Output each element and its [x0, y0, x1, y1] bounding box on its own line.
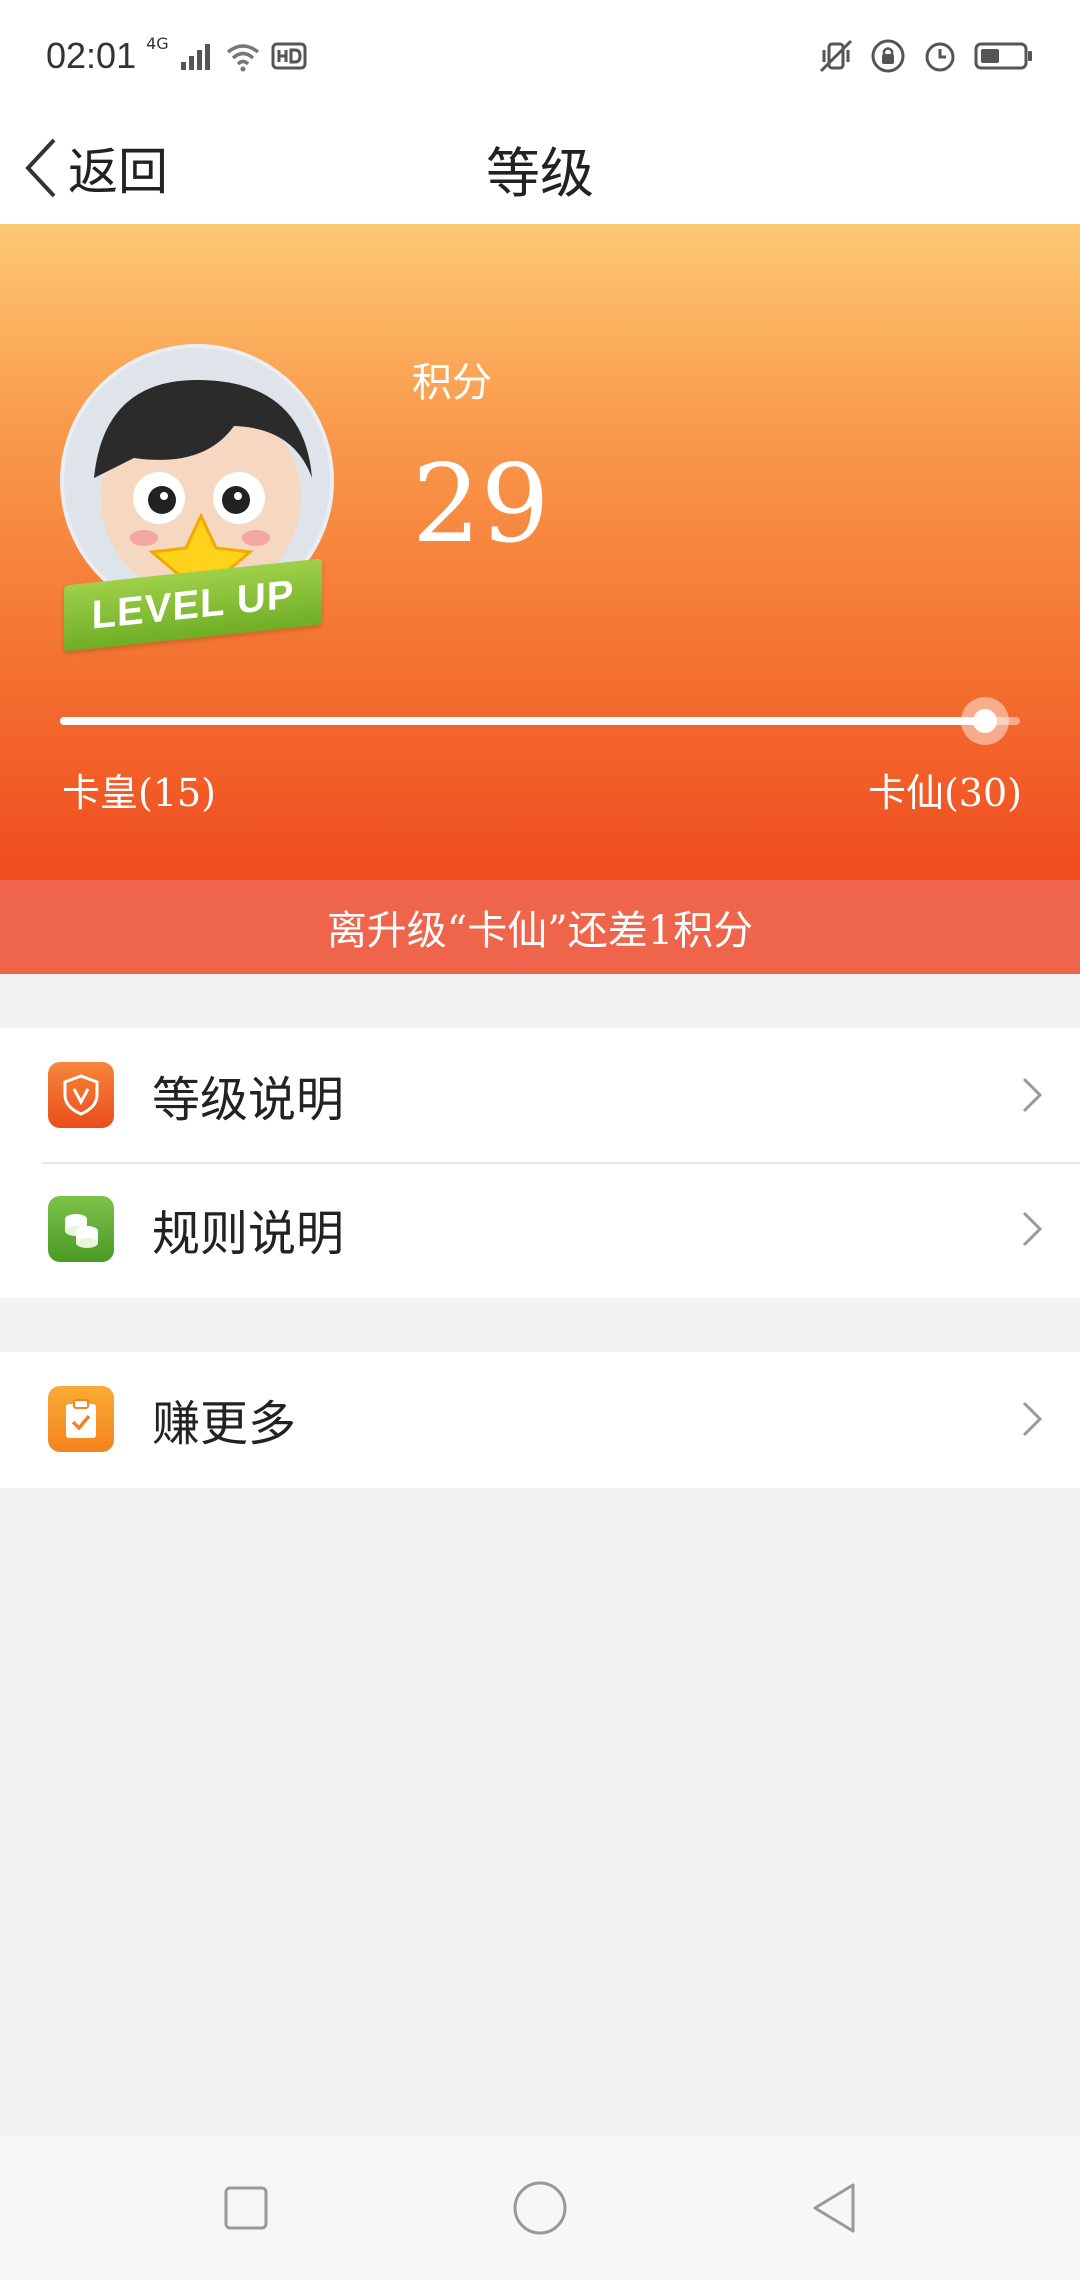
menu-item-level-description[interactable]: 等级说明 [0, 1028, 1080, 1162]
points-value: 29 [412, 442, 550, 567]
points-gap-banner: 离升级“卡仙”还差1积分 [0, 880, 1080, 974]
back-label: 返回 [68, 143, 168, 201]
menu-item-earn-more[interactable]: 赚更多 [0, 1352, 1080, 1486]
avatar-badge: LEVEL UP [58, 344, 334, 674]
chevron-right-icon [1012, 1209, 1052, 1249]
status-left: 02:01 4G [46, 35, 307, 77]
menu-group-info: 等级说明 规则说明 [0, 1028, 1080, 1298]
wifi-icon [226, 44, 259, 72]
rotation-lock-icon [871, 39, 905, 73]
level-progress-thumb [961, 697, 1010, 745]
level-progress-bar [60, 697, 1020, 745]
menu-label: 规则说明 [152, 1206, 345, 1262]
menu-group-earn: 赚更多 [0, 1352, 1080, 1488]
vibrate-icon [819, 39, 853, 73]
nav-bar: 返回 等级 [0, 112, 1080, 224]
chevron-right-icon [1012, 1399, 1052, 1439]
square-icon [224, 2186, 268, 2230]
level-progress-fill [60, 717, 986, 725]
status-bar: 02:01 4G [0, 0, 1080, 112]
coins-icon [48, 1196, 114, 1262]
hd-icon [271, 42, 307, 70]
network-type: 4G [146, 34, 169, 53]
menu-item-rules[interactable]: 规则说明 [0, 1162, 1080, 1296]
back-nav-button[interactable] [804, 2178, 864, 2238]
status-time: 02:01 [46, 35, 137, 76]
current-level-label: 卡皇(15) [62, 771, 217, 815]
status-right [818, 38, 1034, 74]
recents-button[interactable] [216, 2178, 276, 2238]
system-nav-bar [0, 2136, 1080, 2280]
circle-icon [513, 2181, 567, 2235]
alarm-icon [925, 42, 955, 72]
level-up-text: LEVEL UP [91, 571, 295, 638]
signal-icon [180, 44, 210, 70]
menu-label: 等级说明 [152, 1072, 345, 1128]
next-level-label: 卡仙(30) [867, 771, 1022, 815]
points-label: 积分 [412, 360, 492, 406]
clipboard-check-icon [48, 1386, 114, 1452]
chevron-right-icon [1012, 1075, 1052, 1115]
level-hero: LEVEL UP 积分 29 卡皇(15) 卡仙(30) [0, 224, 1080, 880]
battery-icon [974, 42, 1032, 70]
triangle-back-icon [813, 2183, 855, 2233]
menu-label: 赚更多 [152, 1396, 297, 1452]
back-button[interactable]: 返回 [20, 112, 168, 224]
home-button[interactable] [510, 2178, 570, 2238]
shield-v-icon [48, 1062, 114, 1128]
chevron-left-icon [25, 138, 56, 198]
